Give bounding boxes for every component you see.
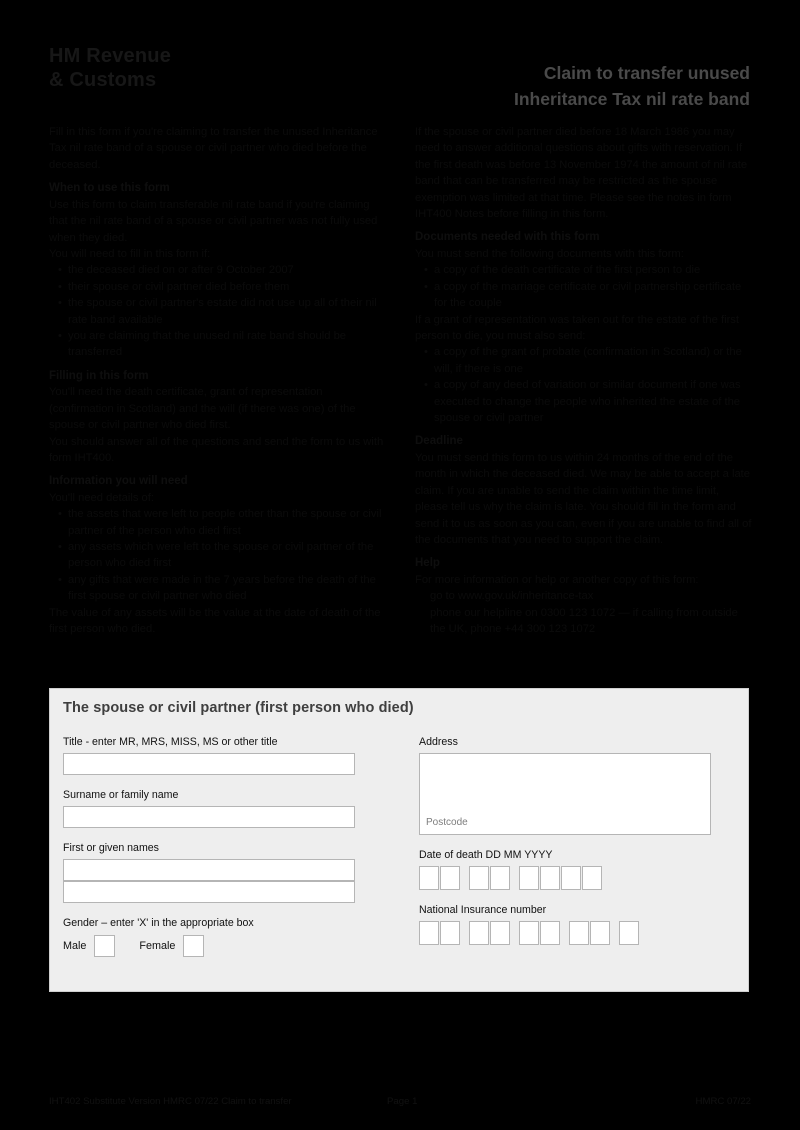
- guidance-paragraph: You should answer all of the questions a…: [49, 435, 384, 464]
- panel-heading: The spouse or civil partner (first perso…: [63, 700, 414, 716]
- guidance-notes: Fill in this form if you're claiming to …: [49, 124, 751, 684]
- guidance-paragraph: Fill in this form if you're claiming to …: [49, 126, 378, 171]
- ni-box-4[interactable]: [490, 921, 510, 945]
- date-of-death-boxes: [419, 866, 719, 890]
- ni-group-2: [469, 921, 510, 945]
- ni-box-5[interactable]: [519, 921, 539, 945]
- ni-box-1[interactable]: [419, 921, 439, 945]
- guidance-list: the assets that were left to people othe…: [49, 506, 389, 604]
- dod-year-box-4[interactable]: [582, 866, 602, 890]
- footer-hmrc-reference: HMRC 07/22: [695, 1096, 751, 1107]
- address-label: Address: [419, 736, 458, 748]
- national-insurance-boxes: [419, 921, 719, 945]
- footer-form-reference: IHT402 Substitute Version HMRC 07/22 Cla…: [49, 1096, 292, 1107]
- surname-input[interactable]: [63, 806, 355, 828]
- postcode-label: Postcode: [426, 817, 468, 828]
- first-names-input-line-2[interactable]: [63, 881, 355, 903]
- guidance-list-item: their spouse or civil partner died befor…: [58, 279, 389, 296]
- guidance-column-left: Fill in this form if you're claiming to …: [49, 124, 389, 637]
- dod-day-box-1[interactable]: [419, 866, 439, 890]
- guidance-paragraph: You will need to fill in this form if:: [49, 247, 211, 260]
- guidance-list-item: any gifts that were made in the 7 years …: [58, 572, 389, 605]
- dod-year-box-3[interactable]: [561, 866, 581, 890]
- page-header: HM Revenue & Customs Claim to transfer u…: [49, 44, 750, 109]
- ni-group-3: [519, 921, 560, 945]
- guidance-list-item: a copy of any deed of variation or simil…: [424, 377, 755, 426]
- first-names-label: First or given names: [63, 842, 159, 854]
- guidance-list-item: any assets which were left to the spouse…: [58, 539, 389, 572]
- guidance-list-item: a copy of the death certificate of the f…: [424, 262, 755, 279]
- national-insurance-label: National Insurance number: [419, 904, 547, 916]
- guidance-list-item: the assets that were left to people othe…: [58, 506, 389, 539]
- guidance-list-item: the spouse or civil partner's estate did…: [58, 295, 389, 328]
- title-input[interactable]: [63, 753, 355, 775]
- guidance-paragraph: If a grant of representation was taken o…: [415, 313, 740, 342]
- guidance-heading: Help: [415, 557, 440, 570]
- dod-year-group: [519, 866, 602, 890]
- ni-box-3[interactable]: [469, 921, 489, 945]
- female-label: Female: [139, 940, 176, 952]
- dod-day-box-2[interactable]: [440, 866, 460, 890]
- dod-year-box-2[interactable]: [540, 866, 560, 890]
- ni-box-8[interactable]: [590, 921, 610, 945]
- dod-year-box-1[interactable]: [519, 866, 539, 890]
- address-input[interactable]: Postcode: [419, 753, 711, 835]
- ni-group-4: [569, 921, 610, 945]
- guidance-paragraph: You'll need the death certificate, grant…: [49, 386, 356, 432]
- date-of-death-label: Date of death DD MM YYYY: [419, 849, 553, 861]
- first-names-input-line-1[interactable]: [63, 859, 355, 881]
- page-title: Claim to transfer unused Inheritance Tax…: [514, 63, 750, 109]
- ni-group-1: [419, 921, 460, 945]
- guidance-paragraph: For more information or help or another …: [415, 573, 699, 586]
- guidance-paragraph: Use this form to claim transferable nil …: [49, 198, 378, 244]
- guidance-paragraph: You must send this form to us within 24 …: [415, 451, 752, 546]
- dod-month-box-1[interactable]: [469, 866, 489, 890]
- guidance-paragraph: The value of any assets will be the valu…: [49, 606, 381, 636]
- guidance-list: the deceased died on or after 9 October …: [49, 262, 389, 360]
- footer-page-number: Page 1: [387, 1096, 418, 1107]
- ni-box-6[interactable]: [540, 921, 560, 945]
- guidance-list-item: the deceased died on or after 9 October …: [58, 262, 389, 279]
- form-page: HM Revenue & Customs Claim to transfer u…: [0, 0, 800, 1130]
- male-checkbox[interactable]: [94, 935, 116, 957]
- ni-box-9[interactable]: [619, 921, 639, 945]
- guidance-list-item: go to www.gov.uk/inheritance-tax: [430, 590, 594, 603]
- dod-day-group: [419, 866, 460, 890]
- hmrc-logo: HM Revenue & Customs: [49, 45, 172, 91]
- guidance-list-item: a copy of the grant of probate (confirma…: [424, 344, 755, 377]
- guidance-list: a copy of the grant of probate (confirma…: [415, 344, 755, 426]
- guidance-list: go to www.gov.uk/inheritance-tax phone ou…: [415, 588, 755, 637]
- guidance-paragraph: You'll need details of:: [49, 491, 154, 504]
- spouse-details-panel: The spouse or civil partner (first perso…: [49, 688, 749, 992]
- guidance-heading: Filling in this form: [49, 369, 149, 382]
- title-label: Title - enter MR, MRS, MISS, MS or other…: [63, 736, 278, 748]
- guidance-heading: Documents needed with this form: [415, 231, 600, 244]
- guidance-paragraph: If the spouse or civil partner died befo…: [415, 126, 748, 221]
- ni-box-7[interactable]: [569, 921, 589, 945]
- ni-box-2[interactable]: [440, 921, 460, 945]
- guidance-column-right: If the spouse or civil partner died befo…: [415, 124, 755, 637]
- panel-column-left: Title - enter MR, MRS, MISS, MS or other…: [63, 735, 363, 957]
- guidance-list: a copy of the death certificate of the f…: [415, 262, 755, 311]
- guidance-heading: When to use this form: [49, 182, 170, 195]
- guidance-heading: Deadline: [415, 435, 463, 448]
- female-checkbox[interactable]: [183, 935, 205, 957]
- ni-group-5: [619, 921, 639, 945]
- guidance-list-item: phone our helpline on 0300 123 1072 — if…: [430, 606, 738, 636]
- guidance-list-item: a copy of the marriage certificate or ci…: [424, 279, 755, 312]
- guidance-list-item: you are claiming that the unused nil rat…: [58, 328, 389, 361]
- panel-column-right: Address Postcode Date of death DD MM YYY…: [419, 735, 719, 945]
- dod-month-box-2[interactable]: [490, 866, 510, 890]
- page-footer: IHT402 Substitute Version HMRC 07/22 Cla…: [49, 1096, 751, 1112]
- dod-month-group: [469, 866, 510, 890]
- guidance-paragraph: You must send the following documents wi…: [415, 247, 684, 260]
- gender-row: Male Female: [63, 935, 363, 957]
- guidance-heading: Information you will need: [49, 475, 188, 488]
- gender-label: Gender – enter 'X' in the appropriate bo…: [63, 917, 254, 929]
- male-label: Male: [63, 940, 87, 952]
- surname-label: Surname or family name: [63, 789, 179, 801]
